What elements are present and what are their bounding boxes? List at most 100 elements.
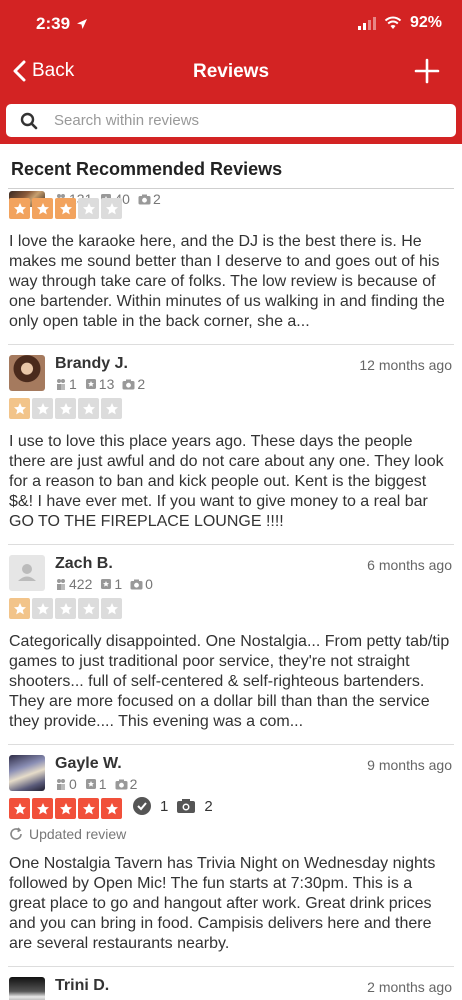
- rating-star: [78, 598, 99, 619]
- reviews-count: 13: [98, 376, 115, 392]
- search-bar[interactable]: [6, 104, 456, 137]
- review-text: Categorically disappointed. One Nostalgi…: [9, 633, 450, 730]
- avatar[interactable]: [9, 755, 45, 791]
- friends-count: 0: [69, 776, 77, 792]
- reviewer-info: Zach B. 422 1 0: [55, 555, 153, 592]
- time-label: 2:39: [36, 14, 71, 33]
- review-text: One Nostalgia Tavern has Trivia Night on…: [9, 855, 436, 952]
- rating-row: 12: [9, 793, 453, 819]
- review-card[interactable]: Zach B. 422 1 0 6 months ago Categorically di…: [0, 545, 462, 732]
- photo-count-icon: [138, 194, 151, 204]
- reviewer-name[interactable]: Trini D.: [55, 977, 145, 995]
- rating-star: [9, 798, 30, 819]
- rating-star: [55, 598, 76, 619]
- review-badges: 12: [132, 796, 213, 816]
- rating-star: [101, 598, 122, 619]
- wifi-icon: [384, 16, 402, 29]
- photos-count: 2: [152, 191, 161, 207]
- friends-icon: [57, 779, 65, 790]
- rating-row: [9, 593, 453, 619]
- review-date: 6 months ago: [367, 557, 452, 573]
- status-icons: 92%: [357, 14, 442, 32]
- status-bar: 2:39 92%: [0, 0, 462, 48]
- reviews-list: 131402I love the karaoke here, and the D…: [0, 189, 462, 1000]
- reviewer-name[interactable]: Zach B.: [55, 555, 153, 573]
- search-input[interactable]: [54, 112, 456, 129]
- header: 2:39 92% Back Reviews: [0, 0, 462, 144]
- review-card[interactable]: 131402I love the karaoke here, and the D…: [0, 189, 462, 332]
- friends-count: 1: [69, 376, 77, 392]
- rating-star: [9, 598, 30, 619]
- reviewer-info: Gayle W. 0 1 2: [55, 755, 137, 792]
- rating-star: [78, 398, 99, 419]
- review-text: I love the karaoke here, and the DJ is t…: [9, 233, 445, 330]
- add-review-button[interactable]: [414, 58, 440, 84]
- location-arrow-icon: [77, 19, 88, 29]
- reviewer-stats: 1 13 2: [55, 376, 145, 392]
- friends-count: 422: [69, 576, 93, 592]
- camera-icon: [177, 799, 196, 813]
- rating-star: [78, 798, 99, 819]
- star-rating: [9, 798, 122, 819]
- rating-star: [55, 198, 76, 219]
- rating-star: [32, 198, 53, 219]
- review-text: I use to love this place years ago. Thes…: [9, 433, 444, 530]
- reviewer-info: Brandy J. 1 13 2: [55, 355, 145, 392]
- updated-review-note: Updated review: [9, 826, 453, 842]
- reviewer-info: Trini D.6420: [55, 977, 145, 1000]
- photo-count-icon: [122, 379, 135, 389]
- rating-star: [55, 798, 76, 819]
- star-rating: [9, 398, 122, 419]
- avatar[interactable]: [9, 555, 45, 591]
- check-in-count: 1: [160, 797, 169, 815]
- friends-icon: [57, 379, 65, 390]
- reviews-count: 1: [98, 776, 107, 792]
- review-count-icon: [85, 779, 96, 789]
- rating-star: [32, 398, 53, 419]
- review-count-icon: [85, 379, 96, 389]
- status-time: 2:39: [36, 14, 88, 34]
- review-count-icon: [101, 579, 112, 589]
- battery-percent: 92%: [409, 14, 442, 31]
- rating-row: [9, 393, 453, 419]
- review-card[interactable]: Brandy J. 1 13 2 12 months ago I use to love …: [0, 345, 462, 532]
- star-rating: [9, 198, 122, 219]
- reviewer-name[interactable]: Brandy J.: [55, 355, 145, 373]
- reviewer-name[interactable]: Gayle W.: [55, 755, 137, 773]
- photo-count-icon: [130, 579, 143, 589]
- review-date: 2 months ago: [367, 979, 452, 995]
- rating-star: [9, 198, 30, 219]
- review-card[interactable]: Gayle W. 0 1 2 9 months ago 1 2 Updated review O…: [0, 745, 462, 954]
- review-photo-count: 2: [204, 797, 213, 815]
- friends-icon: [57, 579, 65, 590]
- review-date: 12 months ago: [359, 357, 452, 373]
- review-card[interactable]: Trini D.6420 2 months ago: [0, 967, 462, 1000]
- avatar[interactable]: [9, 977, 45, 1000]
- photo-count-icon: [115, 779, 128, 789]
- rating-star: [32, 798, 53, 819]
- rating-star: [9, 398, 30, 419]
- rating-star: [78, 198, 99, 219]
- page-title: Reviews: [192, 61, 270, 82]
- review-date: 9 months ago: [367, 757, 452, 773]
- reviewer-stats: 0 1 2: [55, 776, 137, 792]
- photos-count: 2: [137, 376, 146, 392]
- star-rating: [9, 598, 122, 619]
- cell-signal-icon: [357, 16, 376, 30]
- avatar[interactable]: [9, 355, 45, 391]
- rating-star: [101, 398, 122, 419]
- rating-star: [55, 398, 76, 419]
- rating-star: [101, 798, 122, 819]
- reviews-count: 1: [114, 576, 123, 592]
- reviewer-stats: 422 1 0: [55, 576, 153, 592]
- nav-bar: Back Reviews: [0, 48, 462, 100]
- updated-review-label: Updated review: [29, 826, 127, 842]
- check-in-icon: [133, 797, 151, 815]
- rating-star: [101, 198, 122, 219]
- photos-count: 0: [145, 576, 153, 592]
- photos-count: 2: [129, 776, 138, 792]
- search-icon: [20, 112, 38, 129]
- review-header: 131402: [9, 173, 453, 207]
- rating-star: [32, 598, 53, 619]
- refresh-icon: [10, 827, 22, 840]
